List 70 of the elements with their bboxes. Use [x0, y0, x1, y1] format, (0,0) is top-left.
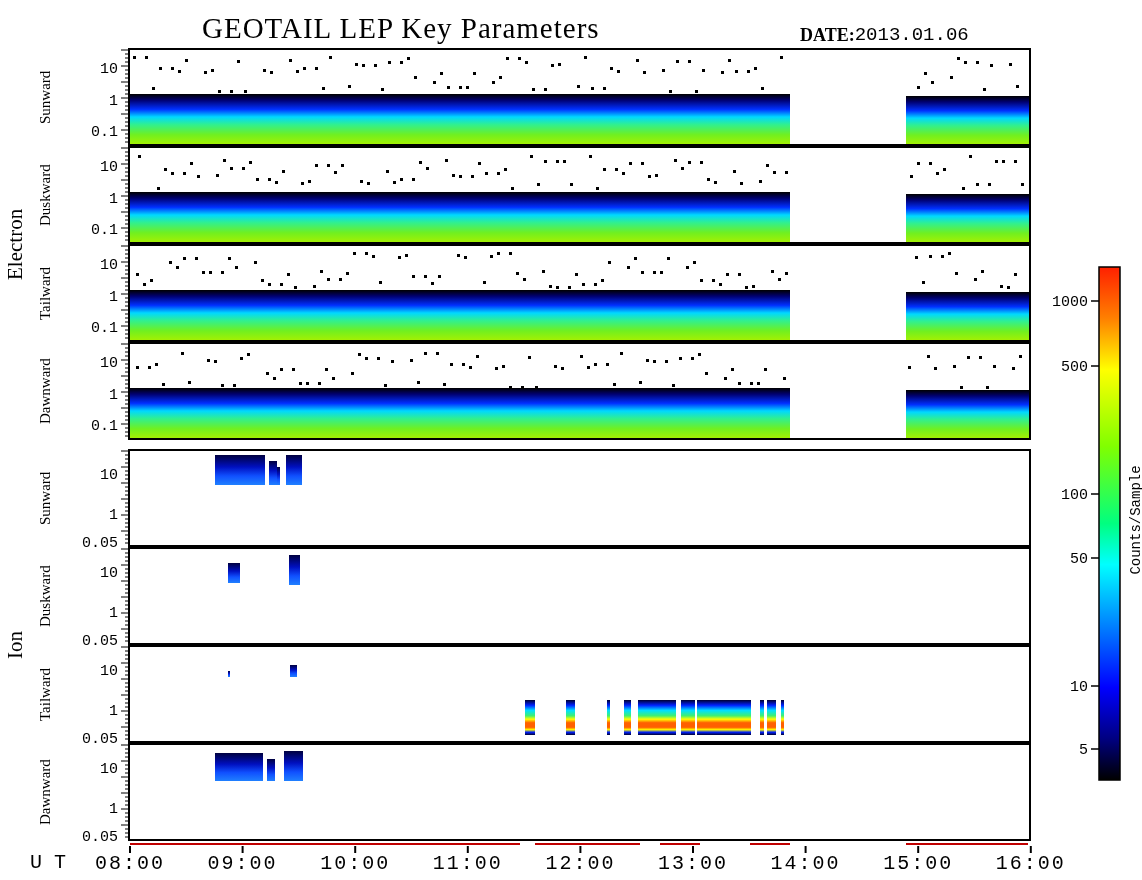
- tick-label: 09:00: [207, 852, 278, 875]
- tick-label: 10: [100, 355, 118, 372]
- panel-label: Sunward: [36, 470, 54, 527]
- tick-label: 10: [100, 761, 118, 778]
- tick-label: 15:00: [883, 852, 954, 875]
- color-scale-title: Counts/Sample: [1128, 465, 1142, 575]
- axis-label: U T: [30, 851, 66, 874]
- panel-label: Dawnward: [36, 758, 54, 827]
- tick-label: 1: [109, 507, 118, 524]
- group-label: Ion: [2, 630, 28, 661]
- tick-label: 1: [109, 387, 118, 404]
- tick-label: 0.05: [82, 829, 118, 841]
- tick-label: 1: [109, 289, 118, 306]
- tick-mark: [129, 845, 131, 854]
- tick-mark: [804, 845, 807, 854]
- tick-label: 0.05: [82, 731, 118, 743]
- tick-label: 1: [109, 703, 118, 720]
- tick-mark: [466, 845, 469, 854]
- tick-label: 10:00: [320, 852, 391, 875]
- tick-label: 5: [1079, 742, 1088, 759]
- tick-label: 1: [109, 191, 118, 208]
- tick-label: 10: [1070, 679, 1088, 696]
- tick-mark: [354, 845, 357, 854]
- tick-label: 100: [1061, 487, 1088, 504]
- tick-label: 0.1: [91, 320, 118, 337]
- tick-label: 13:00: [658, 852, 728, 875]
- tick-label: 1: [109, 605, 118, 622]
- group-label: Electron: [2, 207, 28, 282]
- chart-title: GEOTAIL LEP Key Parameters: [202, 11, 601, 46]
- tick-label: 1000: [1052, 294, 1088, 311]
- tick-mark: [1090, 685, 1100, 687]
- tick-label: 0.05: [82, 535, 118, 547]
- tick-mark: [1090, 493, 1100, 495]
- tick-label: 10: [100, 257, 118, 274]
- tick-label: 1: [109, 93, 118, 110]
- tick-label: 11:00: [432, 852, 503, 875]
- tick-mark: [1029, 845, 1032, 854]
- panel-label: Duskward: [36, 564, 54, 629]
- tick-mark: [1090, 748, 1100, 750]
- tick-mark: [579, 845, 582, 854]
- panel-label: Tailward: [36, 666, 54, 723]
- panel-label: Tailward: [36, 265, 54, 322]
- tick-label: 10: [100, 565, 118, 582]
- panel-label: Duskward: [36, 163, 54, 228]
- date-label: DATE:: [800, 24, 855, 47]
- tick-mark: [917, 845, 920, 854]
- tick-label: 16:00: [995, 852, 1066, 875]
- tick-label: 0.1: [91, 222, 118, 239]
- tick-mark: [1090, 365, 1100, 367]
- tick-label: 10: [100, 467, 118, 484]
- tick-label: 0.05: [82, 633, 118, 645]
- tick-label: 50: [1070, 551, 1088, 568]
- tick-mark: [692, 845, 694, 854]
- tick-label: 1: [109, 801, 118, 818]
- tick-label: 10: [100, 159, 118, 176]
- spectrogram-drawing: [228, 555, 300, 585]
- tick-label: 10: [100, 61, 118, 78]
- tick-label: 08:00: [95, 852, 165, 875]
- date-value: 2013.01.06: [854, 23, 969, 48]
- panel-label: Dawnward: [36, 357, 54, 426]
- tick-mark: [1090, 300, 1100, 302]
- tick-label: 10: [100, 663, 118, 680]
- tick-label: 14:00: [770, 852, 841, 875]
- tick-label: 0.1: [91, 418, 118, 435]
- tick-label: 0.1: [91, 124, 118, 141]
- tick-label: 12:00: [545, 852, 616, 875]
- tick-mark: [241, 845, 244, 854]
- tick-mark: [1090, 557, 1100, 559]
- panel-label: Sunward: [36, 69, 54, 126]
- tick-label: 500: [1061, 359, 1088, 376]
